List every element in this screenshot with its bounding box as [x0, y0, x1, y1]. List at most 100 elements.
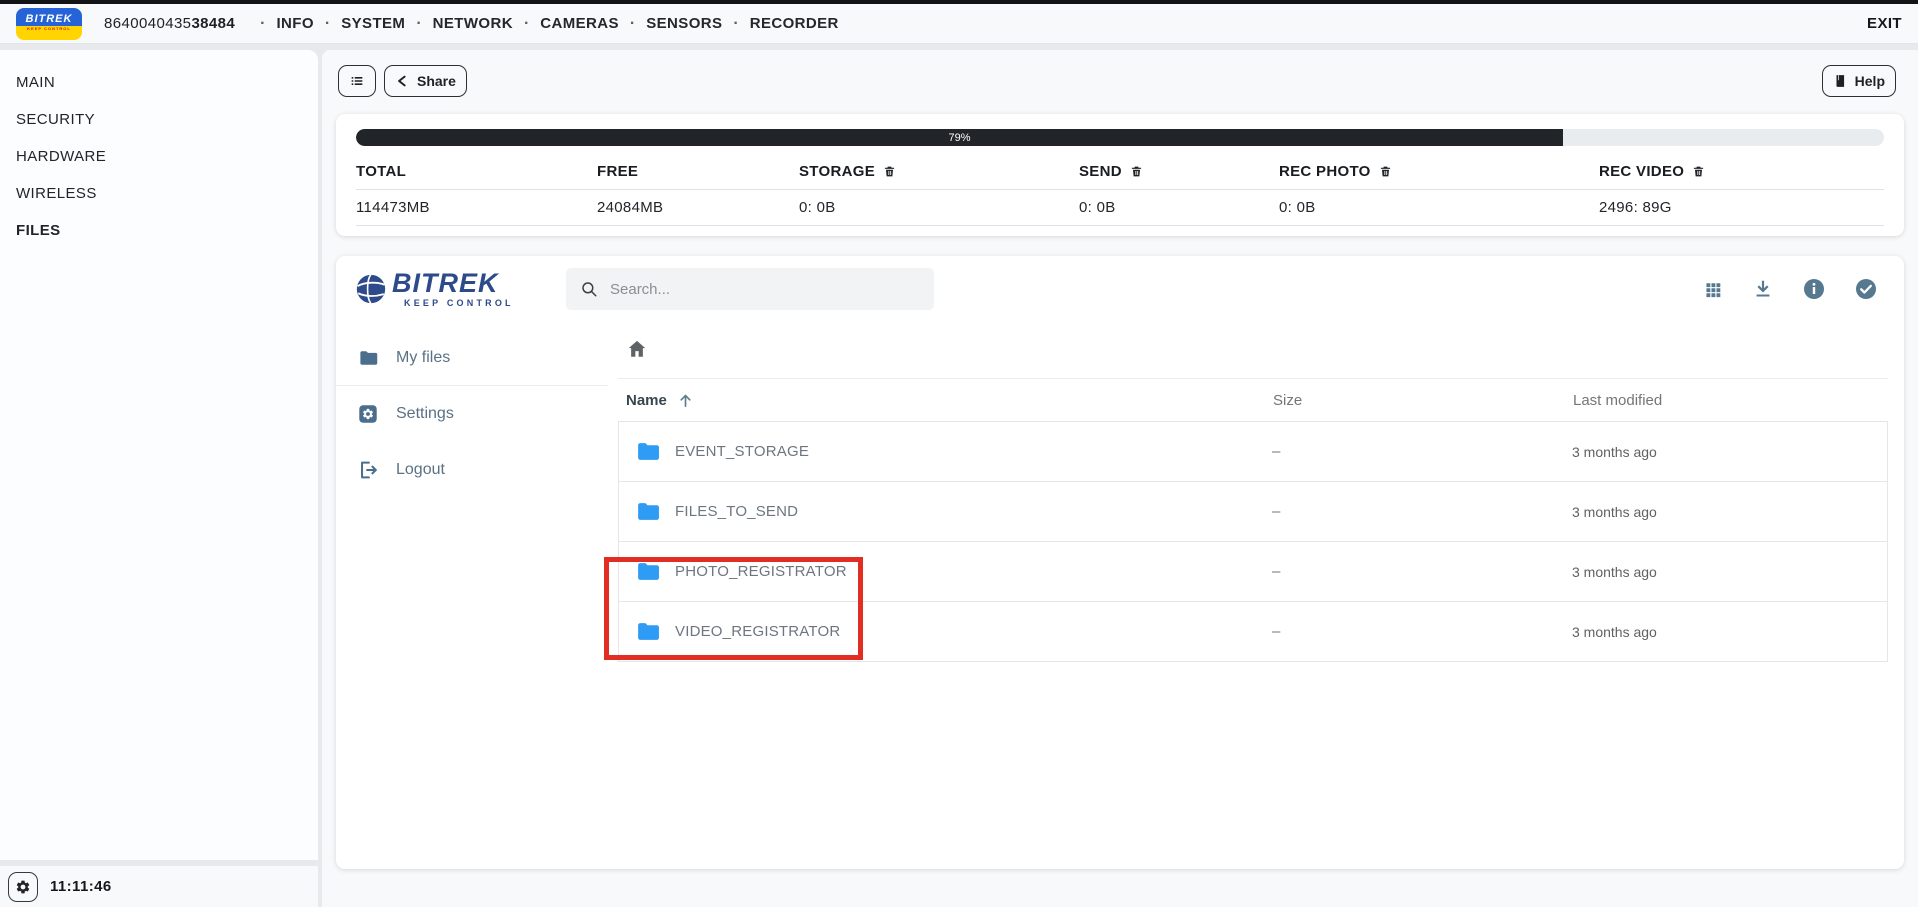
file-row-video-registrator[interactable]: VIDEO_REGISTRATOR – 3 months ago: [618, 601, 1888, 662]
file-row-photo-registrator[interactable]: PHOTO_REGISTRATOR – 3 months ago: [618, 541, 1888, 602]
share-button[interactable]: Share: [384, 65, 467, 97]
menu-separator: ·: [416, 15, 421, 33]
device-id-prefix: 8640040435: [104, 15, 191, 32]
trash-icon[interactable]: [883, 165, 896, 178]
fm-nav-label: My files: [396, 349, 450, 367]
storage-stats-table: TOTAL FREE STORAGE SEND REC PHOTO REC VI…: [356, 159, 1884, 226]
exit-button[interactable]: EXIT: [1867, 15, 1902, 32]
menu-item-info[interactable]: INFO: [276, 15, 313, 32]
storage-col-total-header: TOTAL: [356, 159, 597, 190]
device-id-suffix: 38484: [191, 15, 235, 32]
column-header-modified[interactable]: Last modified: [1515, 392, 1888, 409]
storage-recvideo-value: 2496: 89G: [1599, 190, 1884, 226]
search-input[interactable]: [610, 281, 920, 298]
download-icon[interactable]: [1752, 278, 1774, 300]
menu-item-sensors[interactable]: SENSORS: [646, 15, 722, 32]
file-modified: 3 months ago: [1514, 444, 1887, 460]
sidebar-item-security[interactable]: SECURITY: [0, 101, 318, 138]
storage-summary-card: 79% TOTAL FREE STORAGE SEND REC PHOTO RE…: [336, 114, 1904, 236]
column-header-size[interactable]: Size: [1255, 392, 1515, 409]
menu-separator: ·: [325, 15, 330, 33]
storage-total-value: 114473MB: [356, 190, 597, 226]
file-size: –: [1254, 623, 1514, 640]
storage-progress-fill: 79%: [356, 129, 1563, 146]
page: BITREK KEEP CONTROL 864004043538484 · IN…: [0, 0, 1918, 907]
file-modified: 3 months ago: [1514, 504, 1887, 520]
trash-icon[interactable]: [1379, 165, 1392, 178]
settings-square-icon: [357, 403, 379, 425]
file-size: –: [1254, 563, 1514, 580]
settings-gear-button[interactable]: [8, 872, 38, 902]
storage-col-label: TOTAL: [356, 163, 406, 180]
device-time: 11:11:46: [50, 878, 112, 895]
bitrek-logo-title: BITREK: [16, 8, 82, 26]
sidebar-item-main[interactable]: MAIN: [0, 64, 318, 101]
file-row-files-to-send[interactable]: FILES_TO_SEND – 3 months ago: [618, 481, 1888, 542]
menu-item-system[interactable]: SYSTEM: [341, 15, 405, 32]
storage-col-label: REC PHOTO: [1279, 163, 1371, 180]
status-bar: 11:11:46: [0, 866, 318, 907]
file-manager-logo: BITREK KEEP CONTROL: [354, 270, 550, 308]
storage-col-label: STORAGE: [799, 163, 875, 180]
column-header-name[interactable]: Name: [618, 392, 1255, 409]
file-row-event-storage[interactable]: EVENT_STORAGE – 3 months ago: [618, 421, 1888, 482]
file-name: VIDEO_REGISTRATOR: [675, 623, 840, 640]
menu-item-network[interactable]: NETWORK: [433, 15, 513, 32]
file-manager-view-controls: [1703, 277, 1878, 301]
help-button[interactable]: Help: [1822, 65, 1896, 97]
fm-nav-logout[interactable]: Logout: [336, 442, 608, 498]
device-id: 864004043538484: [104, 15, 235, 32]
storage-progress-bar: 79%: [356, 129, 1884, 146]
book-icon: [1833, 74, 1847, 88]
list-view-button[interactable]: [338, 65, 376, 97]
home-icon[interactable]: [626, 338, 648, 360]
storage-col-storage-header: STORAGE: [799, 159, 1079, 190]
file-manager-logo-title: BITREK: [392, 270, 514, 297]
storage-col-label: SEND: [1079, 163, 1122, 180]
select-all-check-icon[interactable]: [1854, 277, 1878, 301]
help-button-label: Help: [1855, 73, 1885, 89]
share-icon: [395, 74, 409, 88]
file-manager-body: My files Settings Logout: [336, 322, 1904, 869]
fm-nav-my-files[interactable]: My files: [336, 330, 608, 386]
top-navigation-bar: BITREK KEEP CONTROL 864004043538484 · IN…: [0, 0, 1918, 44]
info-icon[interactable]: [1802, 277, 1826, 301]
globe-icon: [354, 272, 388, 306]
menu-item-cameras[interactable]: CAMERAS: [540, 15, 619, 32]
storage-send-value: 0: 0B: [1079, 190, 1279, 226]
storage-recphoto-value: 0: 0B: [1279, 190, 1599, 226]
file-manager-logo-subtitle: KEEP CONTROL: [404, 299, 514, 308]
menu-item-recorder[interactable]: RECORDER: [750, 15, 839, 32]
folder-icon: [357, 347, 379, 369]
column-header-name-label: Name: [626, 392, 667, 409]
storage-col-label: FREE: [597, 163, 638, 180]
fm-nav-label: Settings: [396, 405, 454, 423]
storage-free-value: 24084MB: [597, 190, 799, 226]
gear-icon: [15, 879, 31, 895]
fm-nav-settings[interactable]: Settings: [336, 386, 608, 442]
sort-ascending-icon: [677, 392, 694, 409]
storage-storage-value: 0: 0B: [799, 190, 1079, 226]
sidebar-item-files[interactable]: FILES: [0, 212, 318, 249]
trash-icon[interactable]: [1130, 165, 1143, 178]
file-modified: 3 months ago: [1514, 624, 1887, 640]
file-manager-card: BITREK KEEP CONTROL: [336, 256, 1904, 869]
list-icon: [349, 73, 365, 89]
file-name: EVENT_STORAGE: [675, 443, 809, 460]
breadcrumb: [618, 328, 1888, 379]
sidebar-item-hardware[interactable]: HARDWARE: [0, 138, 318, 175]
storage-progress-label: 79%: [949, 132, 971, 144]
trash-icon[interactable]: [1692, 165, 1705, 178]
search-icon: [580, 280, 598, 298]
share-button-label: Share: [417, 73, 456, 89]
storage-col-send-header: SEND: [1079, 159, 1279, 190]
grid-view-icon[interactable]: [1703, 279, 1724, 300]
file-table-header: Name Size Last modified: [618, 379, 1888, 421]
file-size: –: [1254, 443, 1514, 460]
menu-separator: ·: [733, 15, 738, 33]
storage-col-label: REC VIDEO: [1599, 163, 1684, 180]
menu-separator: ·: [630, 15, 635, 33]
file-manager-header: BITREK KEEP CONTROL: [336, 256, 1904, 322]
sidebar-item-wireless[interactable]: WIRELESS: [0, 175, 318, 212]
folder-icon: [635, 619, 660, 644]
